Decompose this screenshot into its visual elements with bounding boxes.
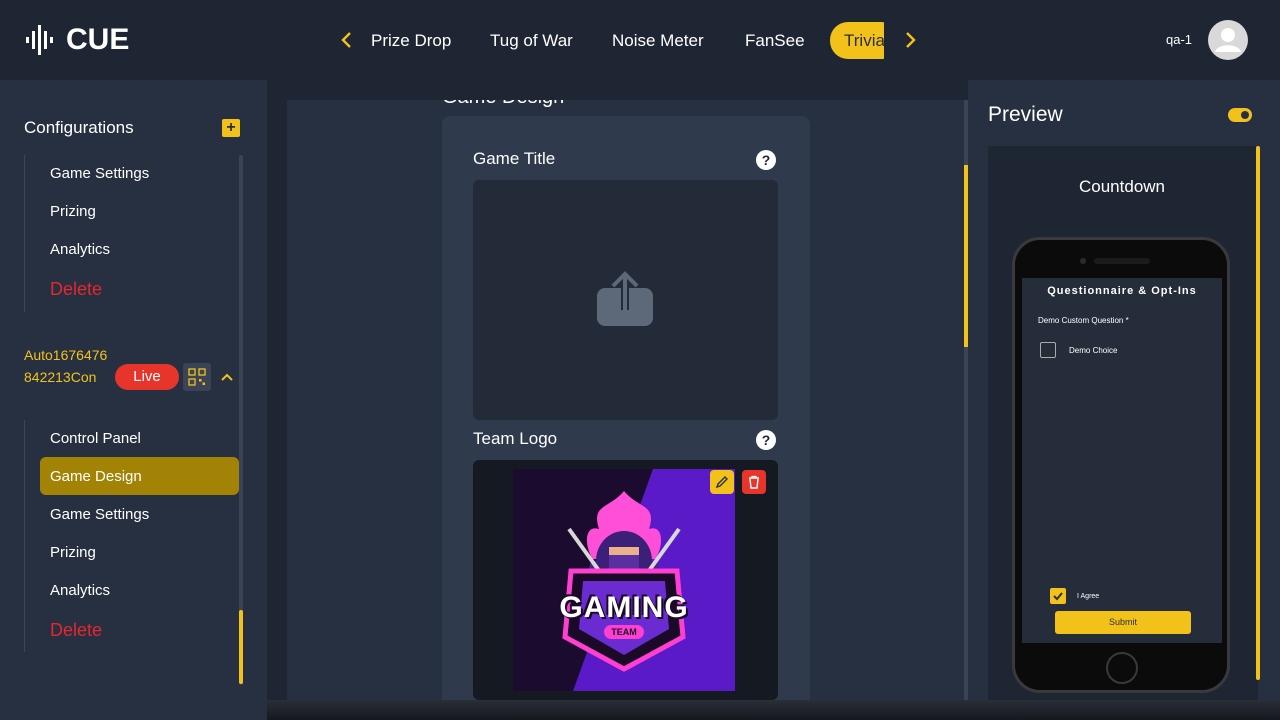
- game-title-upload[interactable]: [473, 180, 778, 420]
- custom-question-label: Demo Custom Question *: [1038, 316, 1129, 325]
- sidebar-tree-line: [24, 420, 25, 652]
- chevron-up-icon: [221, 373, 233, 381]
- preview-scrollbar[interactable]: [1256, 146, 1260, 680]
- edit-logo-button[interactable]: [710, 470, 734, 494]
- submit-button[interactable]: Submit: [1055, 611, 1191, 634]
- sidebar-item-analytics[interactable]: Analytics: [50, 241, 110, 258]
- tab-trivia[interactable]: Trivia: [830, 22, 884, 59]
- phone-camera: [1080, 258, 1086, 264]
- team-logo-label: Team Logo: [473, 429, 558, 448]
- game-design-panel: Game Design Game Title ? Team Logo ?: [287, 100, 965, 700]
- top-bar: CUE Prize Drop Tug of War Noise Meter Fa…: [0, 0, 1280, 80]
- game-tabs: Prize Drop Tug of War Noise Meter FanSee…: [362, 22, 884, 59]
- phone-home-button: [1106, 652, 1138, 684]
- tab-prize-drop[interactable]: Prize Drop: [371, 22, 451, 59]
- trash-icon: [749, 475, 759, 489]
- section-title: Game Design: [442, 100, 564, 109]
- team-logo-preview: GAMING TEAM: [473, 460, 778, 700]
- demo-choice-label: Demo Choice: [1069, 346, 1118, 355]
- phone-speaker: [1094, 258, 1150, 264]
- user-name: qa-1: [1166, 32, 1193, 47]
- qr-code-button[interactable]: [183, 363, 211, 391]
- design-card: Game Title ? Team Logo ? GAMING TEAM: [442, 116, 810, 700]
- help-icon[interactable]: ?: [756, 430, 776, 450]
- tabs-next-button[interactable]: [896, 26, 924, 54]
- user-avatar[interactable]: [1208, 20, 1248, 60]
- agree-checkbox[interactable]: [1050, 588, 1066, 604]
- pencil-icon: [715, 476, 728, 489]
- sidebar-item-prizing[interactable]: Prizing: [50, 203, 96, 220]
- tabs-prev-button[interactable]: [333, 26, 361, 54]
- sidebar-item-delete[interactable]: Delete: [50, 279, 102, 300]
- sidebar-item-delete[interactable]: Delete: [50, 620, 102, 641]
- logo-word: GAMING: [559, 591, 689, 624]
- preview-toggle[interactable]: [1228, 108, 1252, 122]
- plus-icon: +: [226, 119, 236, 136]
- team-logo-image: GAMING TEAM: [513, 469, 735, 691]
- sidebar-title: Configurations: [24, 118, 134, 137]
- upload-icon: [597, 271, 653, 326]
- chevron-right-icon: [906, 32, 916, 48]
- live-status-badge: Live: [115, 364, 179, 390]
- sidebar-item-prizing[interactable]: Prizing: [50, 544, 96, 561]
- chevron-left-icon: [341, 32, 351, 48]
- check-icon: [1053, 592, 1063, 601]
- waveform-icon: [26, 25, 53, 55]
- user-icon: [1215, 28, 1241, 52]
- qr-code-icon: [188, 368, 206, 386]
- sidebar-tree-line: [24, 155, 25, 312]
- delete-logo-button[interactable]: [742, 470, 766, 494]
- sidebar-item-game-design[interactable]: Game Design: [50, 468, 142, 485]
- tab-noise-meter[interactable]: Noise Meter: [612, 22, 704, 59]
- agree-label: I Agree: [1077, 593, 1100, 600]
- gaming-team-logo: [513, 469, 735, 691]
- help-icon[interactable]: ?: [756, 150, 776, 170]
- tab-tug-of-war[interactable]: Tug of War: [490, 22, 573, 59]
- questionnaire-title: Questionnaire & Opt-Ins: [1047, 285, 1197, 297]
- cue-logo[interactable]: CUE: [24, 20, 129, 60]
- sidebar-item-game-settings[interactable]: Game Settings: [50, 506, 149, 523]
- add-configuration-button[interactable]: +: [222, 119, 240, 137]
- logo-subword: TEAM: [604, 625, 644, 639]
- countdown-label: Countdown: [1079, 177, 1166, 196]
- sidebar-item-analytics[interactable]: Analytics: [50, 582, 110, 599]
- sidebar-item-control-panel[interactable]: Control Panel: [50, 430, 141, 447]
- bottom-edge: [267, 700, 1280, 720]
- collapse-button[interactable]: [219, 369, 235, 385]
- preview-title: Preview: [988, 103, 1063, 126]
- sidebar-scrollbar-thumb[interactable]: [239, 610, 243, 684]
- sidebar-item-game-settings[interactable]: Game Settings: [50, 165, 149, 182]
- game-title-label: Game Title: [473, 149, 556, 168]
- sidebar-scrollbar[interactable]: [239, 155, 243, 685]
- logo-text: CUE: [66, 23, 130, 56]
- game-name[interactable]: Auto1676476842213Con: [24, 344, 114, 388]
- demo-choice-checkbox[interactable]: [1040, 342, 1056, 358]
- tab-fansee[interactable]: FanSee: [745, 22, 805, 59]
